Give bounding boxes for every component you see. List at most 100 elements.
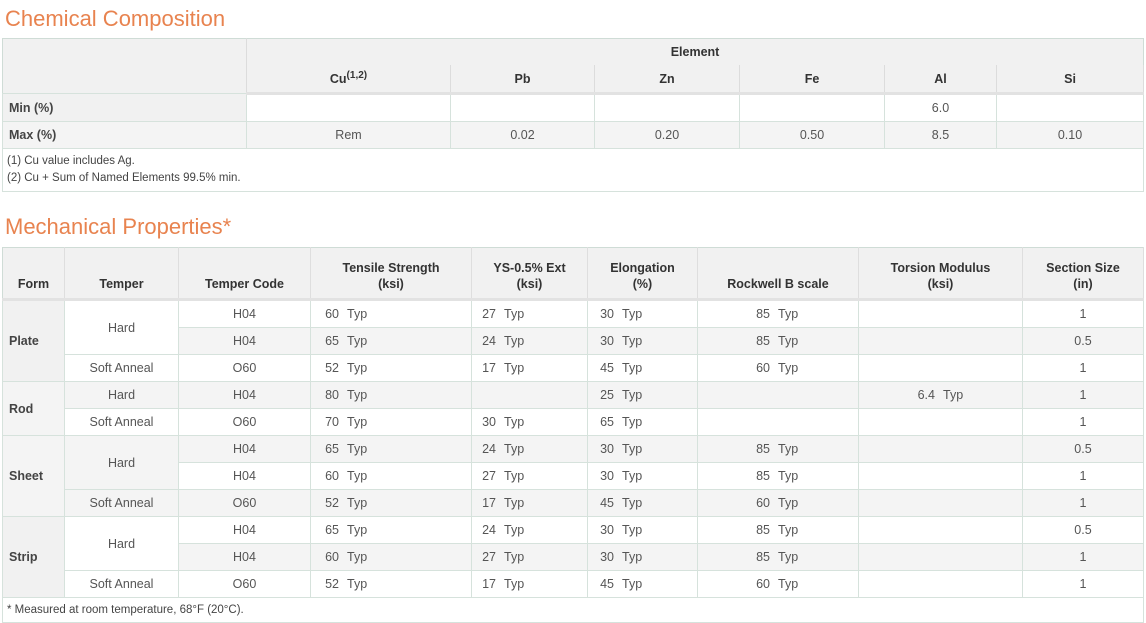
max-zn: 0.20 (594, 121, 740, 149)
torsion-cell (858, 462, 1023, 490)
ys-typ-label: Typ (504, 307, 525, 321)
tensile-typ-label: Typ (347, 388, 368, 402)
torsion-cell: 6.4 Typ (858, 381, 1023, 409)
element-header-zn: Zn (594, 65, 740, 95)
section-size-cell: 1 (1022, 543, 1144, 571)
tensile-cell: 52 Typ (310, 570, 472, 598)
tensile-value: 70 (325, 415, 339, 429)
chem-notes: (1) Cu value includes Ag. (2) Cu + Sum o… (1, 148, 1145, 192)
temper-code-cell: O60 (178, 408, 311, 436)
min-cu (246, 93, 451, 122)
tensile-typ-label: Typ (347, 469, 368, 483)
elongation-value: 65 (600, 415, 614, 429)
elongation-value: 30 (600, 442, 614, 456)
rockwell-value: 85 (756, 334, 770, 348)
tensile-cell: 65 Typ (310, 327, 472, 355)
section-size-cell: 1 (1022, 489, 1144, 517)
section-size-cell: 1 (1022, 570, 1144, 598)
section-size-cell: 1 (1022, 462, 1144, 490)
table-row: Strip Hard H04 65 Typ 24 Typ 30 Typ 85 Typ 0.5 (2, 516, 1144, 598)
ys-value: 24 (482, 334, 496, 348)
elongation-cell: 30 Typ (587, 462, 698, 490)
rockwell-cell: 60 Typ (697, 570, 859, 598)
elongation-cell: 65 Typ (587, 408, 698, 436)
section-size-cell: 1 (1022, 408, 1144, 436)
ys-cell: 27 Typ (471, 299, 588, 328)
temper-code-cell: O60 (178, 570, 311, 598)
form-cell: Rod (2, 381, 65, 436)
col-header-temper-code: Temper Code (178, 247, 311, 301)
tensile-value: 65 (325, 334, 339, 348)
temper-code-cell: H04 (178, 435, 311, 463)
temper-code-cell: H04 (178, 516, 311, 544)
tensile-typ-label: Typ (347, 361, 368, 375)
col-header-ys: YS-0.5% Ext (ksi) (471, 247, 588, 301)
tensile-value: 52 (325, 361, 339, 375)
rockwell-value: 85 (756, 523, 770, 537)
elongation-value: 30 (600, 523, 614, 537)
torsion-typ-label: Typ (943, 388, 964, 402)
ys-value: 27 (482, 550, 496, 564)
min-pb (450, 93, 595, 122)
chemical-composition-title: Chemical Composition (5, 6, 226, 31)
elongation-typ-label: Typ (622, 307, 643, 321)
ys-value: 24 (482, 442, 496, 456)
torsion-cell (858, 570, 1023, 598)
rockwell-typ-label: Typ (778, 550, 799, 564)
rockwell-typ-label: Typ (778, 469, 799, 483)
table-row: Soft Anneal O60 52 Typ 17 Typ 45 Typ 60 Typ 1 (3, 570, 1144, 598)
torsion-cell (858, 408, 1023, 436)
form-cell: Strip (2, 516, 65, 598)
max-row-label: Max (%) (2, 121, 247, 149)
elongation-cell: 30 Typ (587, 543, 698, 571)
rockwell-value: 60 (756, 577, 770, 591)
rockwell-cell: 60 Typ (697, 354, 859, 382)
table-row: Soft Anneal O60 52 Typ 17 Typ 45 Typ 60 Typ 1 (3, 354, 1144, 382)
rockwell-cell: 85 Typ (697, 299, 859, 328)
section-size-cell: 0.5 (1022, 435, 1144, 463)
elongation-typ-label: Typ (622, 388, 643, 402)
temper-cell: Soft Anneal (64, 489, 179, 517)
min-row-label: Min (%) (2, 93, 247, 122)
tensile-value: 52 (325, 496, 339, 510)
col-header-temper: Temper (64, 247, 179, 301)
max-pb: 0.02 (450, 121, 595, 149)
tensile-typ-label: Typ (347, 523, 368, 537)
form-cell: Sheet (2, 435, 65, 517)
section-size-cell: 1 (1022, 354, 1144, 382)
ys-value: 17 (482, 496, 496, 510)
elongation-cell: 45 Typ (587, 354, 698, 382)
elongation-value: 30 (600, 469, 614, 483)
temper-cell: Hard (64, 435, 179, 490)
form-cell: Plate (2, 299, 65, 382)
ys-typ-label: Typ (504, 469, 525, 483)
rockwell-typ-label: Typ (778, 442, 799, 456)
ys-value: 30 (482, 415, 496, 429)
table-row: Rod Hard H04 80 Typ 25 Typ 6.4 Typ 1 (2, 381, 1144, 436)
tensile-typ-label: Typ (347, 550, 368, 564)
elongation-typ-label: Typ (622, 523, 643, 537)
elongation-typ-label: Typ (622, 415, 643, 429)
tensile-cell: 60 Typ (310, 299, 472, 328)
tensile-value: 80 (325, 388, 339, 402)
temper-cell: Hard (64, 381, 179, 409)
elongation-value: 30 (600, 307, 614, 321)
elongation-typ-label: Typ (622, 550, 643, 564)
max-al: 8.5 (884, 121, 997, 149)
rockwell-value: 85 (756, 442, 770, 456)
torsion-cell (858, 516, 1023, 544)
temper-code-cell: H04 (178, 327, 311, 355)
min-al: 6.0 (884, 93, 997, 122)
torsion-cell (858, 435, 1023, 463)
temper-cell: Soft Anneal (64, 570, 179, 598)
table-row: Plate Hard H04 60 Typ 27 Typ 30 Typ 85 Typ 1 (2, 299, 1144, 382)
max-cu: Rem (246, 121, 451, 149)
rockwell-cell: 85 Typ (697, 462, 859, 490)
ys-value: 27 (482, 307, 496, 321)
elongation-cell: 30 Typ (587, 327, 698, 355)
temper-code-cell: O60 (178, 354, 311, 382)
col-header-section: Section Size (in) (1022, 247, 1144, 301)
elongation-value: 45 (600, 496, 614, 510)
torsion-cell (858, 327, 1023, 355)
mechanical-properties-table: Form Temper Temper Code Tensile Strength… (2, 247, 1144, 623)
